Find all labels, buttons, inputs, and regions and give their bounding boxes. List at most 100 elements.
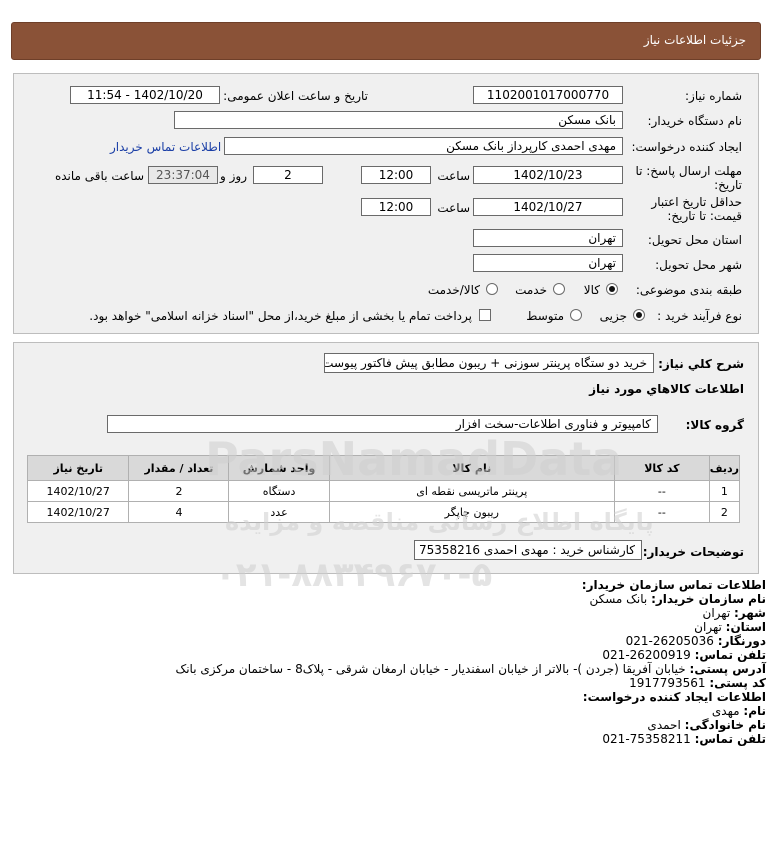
cell-quantity: 2 xyxy=(128,480,230,502)
cell-row-number: 2 xyxy=(708,501,741,523)
contact-province-label: استان: xyxy=(725,620,766,634)
category-radio-service[interactable] xyxy=(553,283,565,295)
table-row[interactable]: 1 -- پرینتر ماتریسی نقطه ای دستگاه 2 140… xyxy=(26,480,741,502)
contact-fax-value: 26205036-021 xyxy=(625,634,714,648)
summary-label: شرح کلي نياز: xyxy=(658,357,744,371)
city-field[interactable]: تهران xyxy=(473,254,623,272)
buyer-contact-link[interactable]: اطلاعات تماس خریدار xyxy=(110,140,221,154)
contact-postal-code: کد پستی: 1917793561 xyxy=(629,676,766,690)
province-field[interactable]: تهران xyxy=(473,229,623,247)
process-type-label: نوع فرآیند خرید : xyxy=(657,309,742,323)
creator-label: ایجاد کننده درخواست: xyxy=(631,140,742,154)
process-option-minor: جزیی xyxy=(599,309,627,323)
category-option-service: خدمت xyxy=(515,283,547,297)
creator-field[interactable]: مهدی احمدی کارپرداز بانک مسکن xyxy=(224,137,623,155)
contact-postal-code-value: 1917793561 xyxy=(629,676,706,690)
payment-note: پرداخت تمام یا بخشی از مبلغ خرید،از محل … xyxy=(89,309,472,323)
buyer-org-field[interactable]: بانک مسکن xyxy=(174,111,623,129)
validity-time-label: ساعت xyxy=(437,201,470,215)
price-validity-label: حداقل تاریخ اعتبار xyxy=(651,195,742,209)
days-remaining-field[interactable]: 2 xyxy=(253,166,323,184)
creator-phone-value: 75358211-021 xyxy=(602,732,691,746)
validity-date-field[interactable]: 1402/10/27 xyxy=(473,198,623,216)
cell-need-date: 1402/10/27 xyxy=(26,501,130,523)
col-need-date: تاریخ نیاز xyxy=(26,455,130,481)
cell-quantity: 4 xyxy=(128,501,230,523)
treasury-checkbox[interactable] xyxy=(479,309,491,321)
col-goods-code: کد کالا xyxy=(613,455,710,481)
category-radio-goods-service[interactable] xyxy=(486,283,498,295)
contact-phone-label: تلفن تماس: xyxy=(694,648,766,662)
cell-unit: عدد xyxy=(228,501,330,523)
goods-table-header: ردیف کد کالا نام کالا واحد شمارش تعداد /… xyxy=(26,455,741,481)
creator-last-name-label: نام خانوادگی: xyxy=(684,718,766,732)
contact-phone: تلفن تماس: 26200919-021 xyxy=(602,648,766,662)
summary-field[interactable]: خرید دو ستگاه پرینتر سوزنی + ریبون مطابق… xyxy=(324,353,654,373)
category-option-goods-service: کالا/خدمت xyxy=(427,283,480,297)
contact-postal-code-label: کد پستی: xyxy=(709,676,766,690)
cell-need-date: 1402/10/27 xyxy=(26,480,130,502)
process-radio-medium[interactable] xyxy=(570,309,582,321)
creator-last-name: نام خانوادگی: احمدی xyxy=(647,718,766,732)
col-unit: واحد شمارش xyxy=(228,455,330,481)
col-goods-name: نام کالا xyxy=(328,455,615,481)
announce-datetime-label: تاریخ و ساعت اعلان عمومی: xyxy=(223,89,368,103)
buyer-notes-label: توضیحات خریدار: xyxy=(642,545,744,559)
cell-row-number: 1 xyxy=(708,480,741,502)
cell-goods-code: -- xyxy=(613,480,710,502)
page-header: جزئیات اطلاعات نیاز xyxy=(11,22,761,60)
goods-section-title: اطلاعات کالاهاي مورد نياز xyxy=(589,382,744,396)
creator-phone-label: تلفن تماس: xyxy=(694,732,766,746)
goods-group-field[interactable]: کامپیوتر و فناوری اطلاعات-سخت افزار xyxy=(107,415,658,433)
need-number-label: شماره نیاز: xyxy=(685,89,742,103)
time-remaining-label: ساعت باقی مانده xyxy=(54,169,144,183)
deadline-date-field[interactable]: 1402/10/23 xyxy=(473,166,623,184)
time-remaining-field: 23:37:04 xyxy=(148,166,218,184)
category-option-goods: کالا xyxy=(583,283,600,297)
goods-table: ردیف کد کالا نام کالا واحد شمارش تعداد /… xyxy=(26,455,741,523)
price-validity-label-line2: قیمت: تا تاریخ: xyxy=(667,209,742,223)
validity-time-field[interactable]: 12:00 xyxy=(361,198,431,216)
process-option-medium: متوسط xyxy=(526,309,564,323)
deadline-label-line2: تاریخ: xyxy=(714,178,742,192)
deadline-label: مهلت ارسال پاسخ: تا xyxy=(635,164,742,178)
contact-city: شهر: تهران xyxy=(703,606,766,620)
contact-org-heading: اطلاعات تماس سازمان خریدار: xyxy=(581,578,766,592)
category-radio-goods[interactable] xyxy=(606,283,618,295)
col-quantity: تعداد / مقدار xyxy=(128,455,230,481)
deadline-time-label: ساعت xyxy=(437,169,470,183)
contact-org-name: نام سازمان خریدار: بانک مسکن xyxy=(589,592,766,606)
contact-city-label: شهر: xyxy=(734,606,766,620)
contact-address-label: آدرس پستی: xyxy=(689,662,766,676)
deadline-time-field[interactable]: 12:00 xyxy=(361,166,431,184)
creator-first-name-value: مهدی xyxy=(711,704,740,718)
contact-address: آدرس پستی: خیابان آفریقا (جردن )- بالاتر… xyxy=(175,662,766,676)
cell-goods-code: -- xyxy=(613,501,710,523)
creator-info-heading: اطلاعات ایجاد کننده درخواست: xyxy=(582,690,766,704)
cell-goods-name: پرینتر ماتریسی نقطه ای xyxy=(328,480,615,502)
city-label: شهر محل تحویل: xyxy=(655,258,742,272)
page-title: جزئیات اطلاعات نیاز xyxy=(643,33,746,47)
contact-province-value: تهران xyxy=(694,620,722,634)
announce-datetime-field[interactable]: 1402/10/20 - 11:54 xyxy=(70,86,220,104)
creator-last-name-value: احمدی xyxy=(647,718,681,732)
creator-phone: تلفن تماس: 75358211-021 xyxy=(602,732,766,746)
contact-org-name-label: نام سازمان خریدار: xyxy=(651,592,766,606)
table-row[interactable]: 2 -- ریبون چاپگر عدد 4 1402/10/27 xyxy=(26,501,741,523)
contact-fax-label: دورنگار: xyxy=(717,634,766,648)
process-radio-minor[interactable] xyxy=(633,309,645,321)
category-label: طبقه بندی موضوعی: xyxy=(635,283,742,297)
contact-province: استان: تهران xyxy=(694,620,766,634)
col-row-number: ردیف xyxy=(708,455,741,481)
contact-org-name-value: بانک مسکن xyxy=(589,592,648,606)
contact-phone-value: 26200919-021 xyxy=(602,648,691,662)
creator-first-name: نام: مهدی xyxy=(712,704,766,718)
buyer-org-label: نام دستگاه خریدار: xyxy=(647,114,743,128)
contact-address-value: خیابان آفریقا (جردن )- بالاتر از خیابان … xyxy=(175,662,686,676)
buyer-notes-field[interactable]: کارشناس خرید : مهدی احمدی 75358216 xyxy=(414,540,642,560)
province-label: استان محل تحویل: xyxy=(647,233,742,247)
cell-unit: دستگاه xyxy=(228,480,330,502)
contact-city-value: تهران xyxy=(702,606,731,620)
days-label: روز و xyxy=(220,169,247,183)
need-number-field[interactable]: 1102001017000770 xyxy=(473,86,623,104)
